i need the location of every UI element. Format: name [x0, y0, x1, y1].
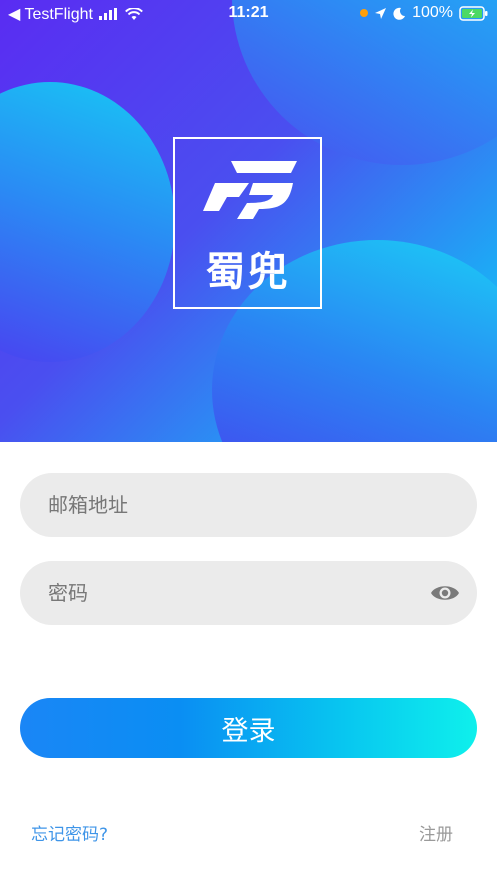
status-bar: ◀ TestFlight 11:21 100% — [0, 0, 497, 28]
password-input[interactable] — [20, 561, 477, 625]
hero-banner: 蜀兜 — [0, 0, 497, 442]
eye-icon[interactable] — [429, 581, 461, 605]
login-button[interactable]: 登录 — [20, 698, 477, 758]
brand-name: 蜀兜 — [205, 249, 290, 295]
battery-icon — [459, 5, 488, 21]
logo-mark-icon — [203, 161, 297, 219]
location-arrow-icon — [375, 7, 387, 19]
email-input[interactable] — [20, 473, 477, 537]
orange-dot-indicator — [360, 9, 369, 17]
moon-icon — [393, 7, 406, 20]
battery-percentage: 100% — [412, 4, 453, 21]
password-field-container — [20, 561, 477, 625]
app-logo: 蜀兜 — [173, 137, 322, 309]
decorative-circle — [0, 82, 175, 362]
forgot-password-link[interactable]: 忘记密码? — [31, 820, 108, 845]
email-field-container — [20, 473, 477, 537]
status-right: 100% — [360, 4, 489, 22]
register-link[interactable]: 注册 — [419, 820, 453, 845]
